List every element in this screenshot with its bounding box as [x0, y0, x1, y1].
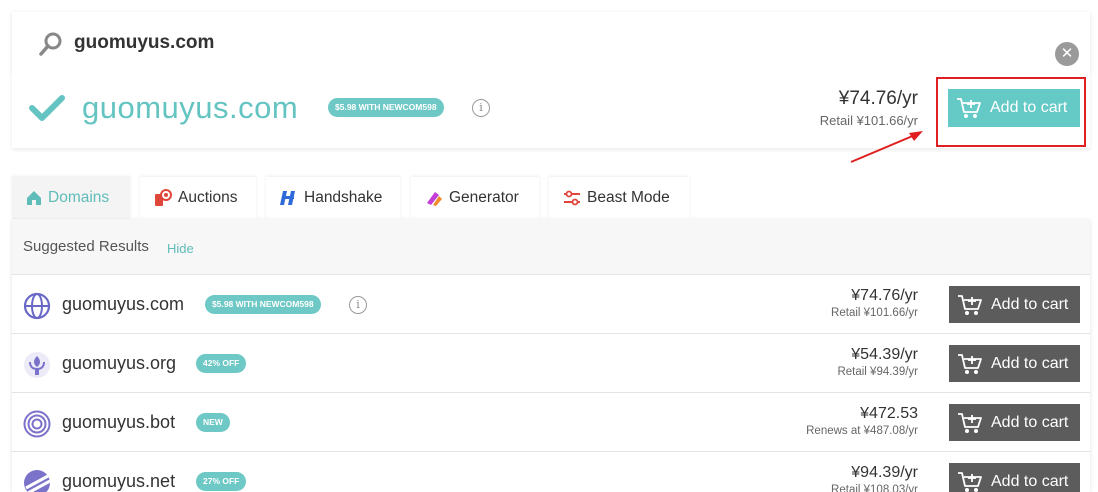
tab-label: Domains [48, 189, 110, 206]
result-retail: Retail ¥94.39/yr [837, 366, 918, 378]
top-result-price: ¥74.76/yr [838, 88, 918, 109]
add-to-cart-button[interactable]: Add to cart [949, 463, 1080, 492]
result-row: guomuyus.bot NEW ¥472.53 Renews at ¥487.… [12, 394, 1090, 452]
home-icon [27, 191, 41, 205]
result-retail: Retail ¥101.66/yr [831, 307, 918, 319]
search-input[interactable]: guomuyus.com [74, 32, 214, 54]
cart-icon [958, 353, 982, 374]
clear-search-button[interactable]: ✕ [1055, 42, 1079, 66]
tab-label: Auctions [178, 189, 238, 206]
add-to-cart-button[interactable]: Add to cart [948, 89, 1080, 127]
add-to-cart-label: Add to cart [991, 413, 1069, 431]
promo-badge: $5.98 WITH NEWCOM598 [205, 295, 321, 314]
cart-icon [958, 471, 982, 492]
tab-label: Generator [449, 189, 519, 206]
tab-domains[interactable]: Domains [12, 177, 130, 219]
cart-icon [958, 412, 982, 433]
add-to-cart-button[interactable]: Add to cart [949, 404, 1080, 441]
sliders-icon [564, 190, 580, 206]
promo-badge: $5.98 WITH NEWCOM598 [328, 98, 444, 117]
result-price: ¥472.53 [860, 405, 918, 422]
check-icon [29, 95, 65, 121]
info-icon[interactable]: i [472, 99, 490, 117]
globe-icon [23, 292, 51, 320]
section-title: Suggested Results [23, 238, 149, 255]
hide-link[interactable]: Hide [167, 241, 194, 256]
result-domain[interactable]: guomuyus.org [62, 353, 176, 374]
auction-icon [155, 189, 172, 206]
discount-badge: 42% OFF [196, 354, 247, 373]
add-to-cart-button[interactable]: Add to cart [949, 286, 1080, 323]
generator-icon [427, 192, 442, 206]
new-badge: NEW [196, 413, 230, 432]
result-domain[interactable]: guomuyus.net [62, 471, 175, 492]
cart-icon [957, 98, 981, 118]
add-to-cart-label: Add to cart [991, 354, 1069, 372]
tab-label: Handshake [304, 189, 383, 206]
net-icon [24, 470, 51, 492]
discount-badge: 27% OFF [196, 472, 247, 491]
search-bar: guomuyus.com ✕ [12, 12, 1090, 74]
target-icon [23, 410, 51, 438]
result-domain[interactable]: guomuyus.com [62, 294, 184, 315]
add-to-cart-label: Add to cart [991, 295, 1069, 313]
handshake-icon [280, 191, 295, 205]
org-icon [24, 352, 50, 378]
annotation-arrow [850, 131, 923, 163]
result-row: guomuyus.org 42% OFF ¥54.39/yr Retail ¥9… [12, 335, 1090, 393]
result-price: ¥94.39/yr [851, 464, 918, 481]
tab-beast-mode[interactable]: Beast Mode [549, 177, 689, 219]
add-to-cart-label: Add to cart [991, 472, 1069, 490]
suggested-results-header: Suggested Results Hide [12, 219, 1090, 275]
add-to-cart-button[interactable]: Add to cart [949, 345, 1080, 382]
result-row: guomuyus.com $5.98 WITH NEWCOM598 i ¥74.… [12, 276, 1090, 334]
top-result-domain: guomuyus.com [82, 90, 299, 125]
result-domain[interactable]: guomuyus.bot [62, 412, 175, 433]
result-retail: Retail ¥108.03/yr [831, 484, 918, 492]
result-price: ¥54.39/yr [851, 346, 918, 363]
tab-generator[interactable]: Generator [411, 177, 539, 219]
search-icon [39, 32, 62, 56]
result-price: ¥74.76/yr [851, 287, 918, 304]
tab-handshake[interactable]: Handshake [266, 177, 400, 219]
result-row: guomuyus.net 27% OFF ¥94.39/yr Retail ¥1… [12, 453, 1090, 492]
suggested-results-panel: Suggested Results Hide guomuyus.com $5.9… [12, 219, 1090, 492]
cart-icon [958, 294, 982, 315]
info-icon[interactable]: i [349, 296, 367, 314]
add-to-cart-label: Add to cart [990, 99, 1068, 116]
tab-auctions[interactable]: Auctions [140, 177, 256, 219]
tab-label: Beast Mode [587, 189, 670, 206]
result-renewal: Renews at ¥487.08/yr [806, 425, 918, 437]
